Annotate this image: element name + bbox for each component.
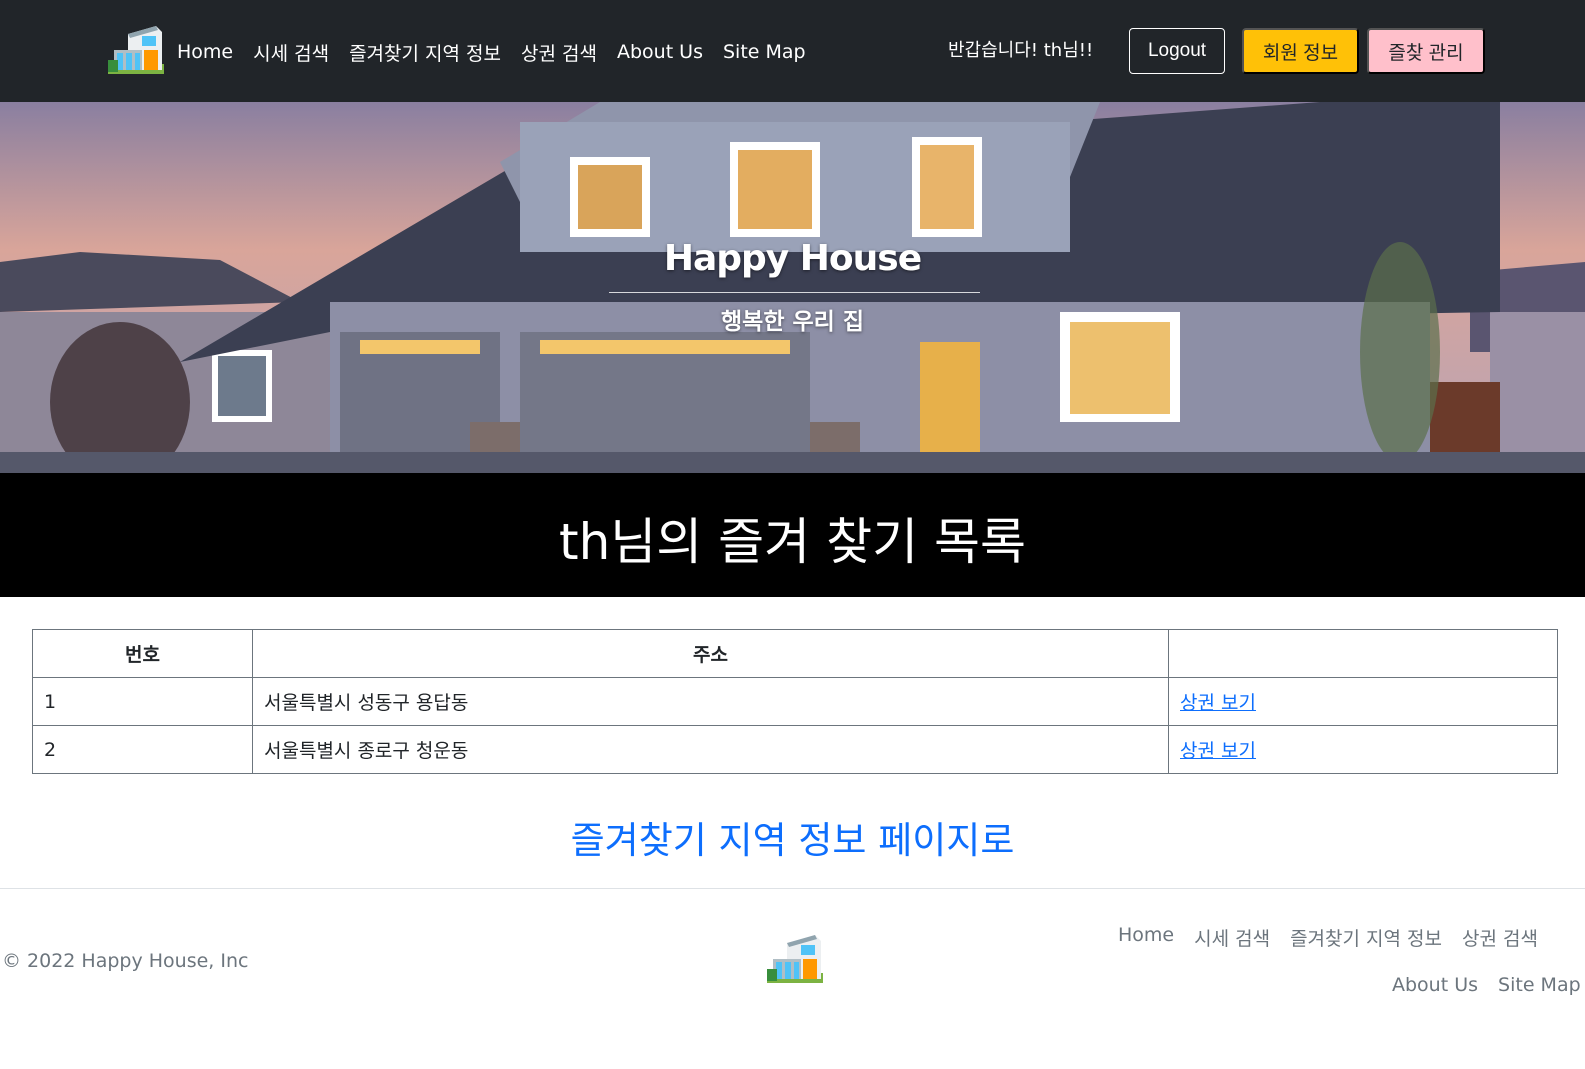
table-row: 2 서울특별시 종로구 청운동 상권 보기 (32, 725, 1558, 774)
row-number: 1 (32, 677, 253, 726)
footer-commercial-search-link[interactable]: 상권 검색 (1462, 924, 1538, 951)
view-commercial-link[interactable]: 상권 보기 (1180, 740, 1256, 762)
copyright-text: © 2022 Happy House, Inc (2, 950, 249, 972)
table-row: 1 서울특별시 성동구 용답동 상권 보기 (32, 677, 1558, 726)
hero-title: Happy House (663, 238, 922, 279)
favorite-area-page-link[interactable]: 즐겨찾기 지역 정보 페이지로 (0, 810, 1585, 864)
header-address: 주소 (252, 629, 1169, 678)
header-action (1168, 629, 1558, 678)
row-address: 서울특별시 종로구 청운동 (252, 725, 1169, 774)
page-title-banner: th님의 즐겨 찾기 목록 (0, 473, 1585, 597)
hero-divider (609, 292, 980, 293)
row-address: 서울특별시 성동구 용답동 (252, 677, 1169, 726)
hero-subtitle: 행복한 우리 집 (721, 309, 864, 335)
logout-button[interactable]: Logout (1129, 28, 1225, 74)
footer-home-link[interactable]: Home (1118, 924, 1174, 951)
main-nav: Home 시세 검색 즐겨찾기 지역 정보 상권 검색 About Us Sit… (177, 36, 806, 68)
view-commercial-link[interactable]: 상권 보기 (1180, 692, 1256, 714)
nav-favorite-area-link[interactable]: 즐겨찾기 지역 정보 (349, 39, 501, 66)
favorites-manage-button[interactable]: 즐찾 관리 (1367, 28, 1485, 74)
nav-sitemap-link[interactable]: Site Map (723, 41, 806, 63)
row-number: 2 (32, 725, 253, 774)
footer-divider (0, 888, 1585, 889)
page-title: th님의 즐겨 찾기 목록 (559, 513, 1026, 571)
hero-banner: Happy House 행복한 우리 집 (0, 102, 1585, 473)
row-action-cell: 상권 보기 (1168, 677, 1558, 726)
favorites-table: 번호 주소 1 서울특별시 성동구 용답동 상권 보기 2 서울특별시 종로구 … (32, 629, 1558, 774)
footer-nav: Home 시세 검색 즐겨찾기 지역 정보 상권 검색 About Us Sit… (1105, 920, 1585, 1020)
member-info-button[interactable]: 회원 정보 (1242, 28, 1359, 74)
footer-sitemap-link[interactable]: Site Map (1498, 974, 1581, 996)
nav-about-link[interactable]: About Us (617, 41, 703, 63)
nav-price-search-link[interactable]: 시세 검색 (253, 39, 329, 66)
nav-home-link[interactable]: Home (177, 41, 233, 63)
row-action-cell: 상권 보기 (1168, 725, 1558, 774)
nav-commercial-search-link[interactable]: 상권 검색 (521, 39, 597, 66)
user-greeting: 반갑습니다! th님!! (948, 40, 1094, 61)
table-header-row: 번호 주소 (32, 629, 1558, 678)
footer-price-search-link[interactable]: 시세 검색 (1194, 924, 1270, 951)
house-logo-icon[interactable] (766, 933, 824, 985)
header-number: 번호 (32, 629, 253, 678)
footer-favorite-area-link[interactable]: 즐겨찾기 지역 정보 (1290, 924, 1442, 951)
hero-house-image (0, 102, 1585, 473)
top-navbar: Home 시세 검색 즐겨찾기 지역 정보 상권 검색 About Us Sit… (0, 0, 1585, 102)
footer-about-link[interactable]: About Us (1392, 974, 1478, 996)
house-logo-icon[interactable] (108, 24, 164, 76)
